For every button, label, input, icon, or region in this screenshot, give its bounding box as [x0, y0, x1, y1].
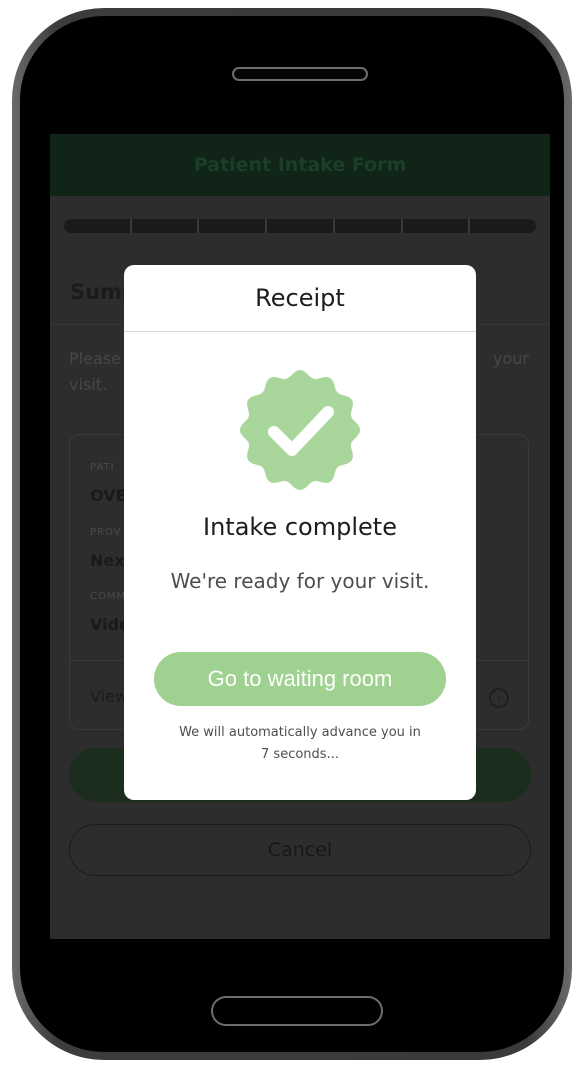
- auto-advance-note-line1: We will automatically advance you in: [179, 725, 421, 740]
- summary-intro-start: Please: [69, 349, 121, 368]
- modal-title: Receipt: [255, 284, 345, 312]
- verified-check-badge-icon: [240, 370, 360, 490]
- intake-complete-heading: Intake complete: [203, 513, 397, 541]
- progress-bar: [64, 219, 536, 233]
- modal-title-divider: [124, 331, 476, 332]
- progress-step: [267, 219, 335, 233]
- phone-home-button[interactable]: [211, 996, 383, 1026]
- auto-advance-note: We will automatically advance you in 7 s…: [144, 722, 456, 766]
- progress-step: [403, 219, 471, 233]
- progress-step: [199, 219, 268, 233]
- patient-field-value: OVE: [90, 486, 127, 505]
- ready-message: We're ready for your visit.: [170, 569, 430, 593]
- progress-step: [335, 219, 403, 233]
- provider-field-label: PROV: [90, 527, 122, 538]
- communication-field-label: COMM: [90, 591, 127, 602]
- patient-field-label: PATI: [90, 462, 115, 473]
- progress-step: [470, 219, 536, 233]
- cancel-button[interactable]: Cancel: [69, 824, 531, 876]
- progress-step: [64, 219, 132, 233]
- go-to-waiting-room-button[interactable]: Go to waiting room: [154, 652, 446, 706]
- receipt-modal: Receipt Intake complete We're ready for …: [124, 265, 476, 800]
- app-header: Patient Intake Form: [50, 134, 550, 196]
- summary-intro-end: your: [493, 349, 529, 368]
- app-header-title: Patient Intake Form: [193, 154, 407, 176]
- view-details-link[interactable]: View: [90, 687, 128, 706]
- auto-advance-note-line2: 7 seconds...: [261, 747, 339, 762]
- progress-step: [132, 219, 200, 233]
- phone-speaker: [232, 67, 368, 81]
- chevron-right-circle-icon[interactable]: ›: [489, 688, 509, 708]
- summary-intro-line2: visit.: [69, 375, 108, 394]
